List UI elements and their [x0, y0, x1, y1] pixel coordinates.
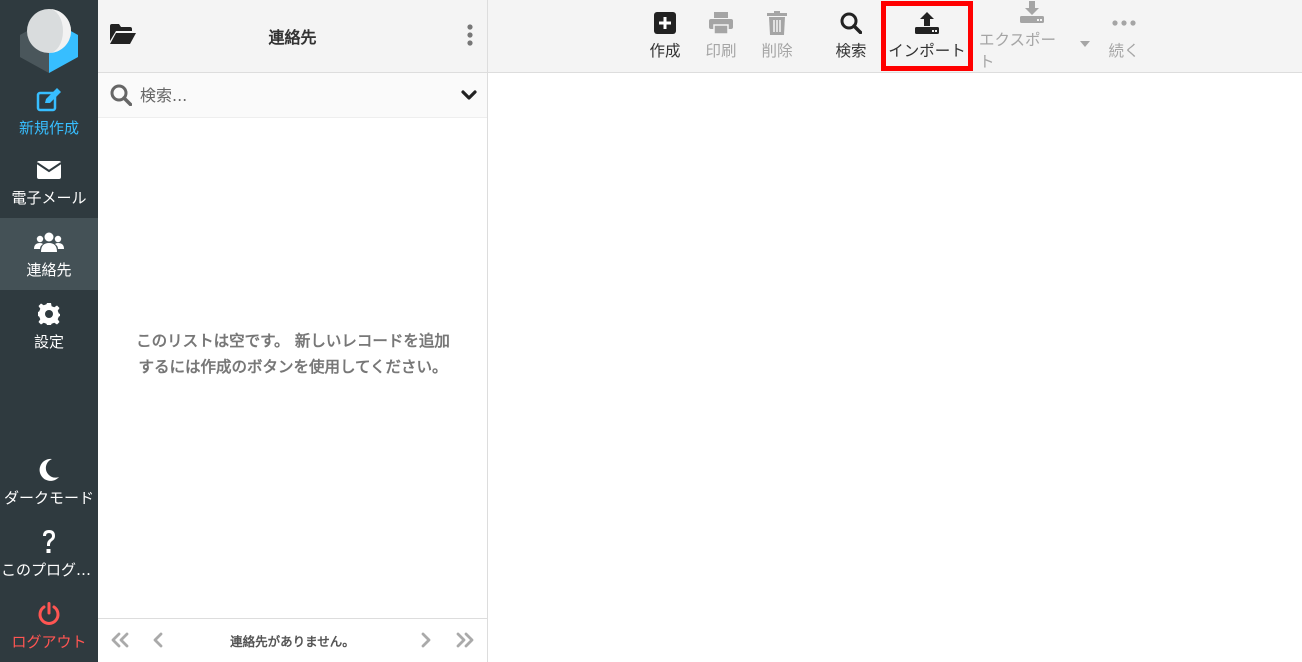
print-button[interactable]: 印刷	[699, 0, 743, 72]
search-icon	[110, 84, 133, 110]
logo-icon	[20, 9, 78, 73]
moon-icon	[38, 457, 60, 483]
upload-icon	[915, 11, 939, 35]
nav-about-label: このプログラムについて	[1, 560, 97, 579]
folder-open-icon[interactable]	[110, 24, 136, 48]
pagination-bar: 連絡先がありません。	[98, 618, 487, 662]
delete-button[interactable]: 削除	[755, 0, 799, 72]
delete-button-label: 削除	[761, 42, 793, 60]
content-area	[488, 73, 1302, 662]
question-icon	[41, 529, 57, 555]
search-input[interactable]	[140, 81, 440, 109]
search-button[interactable]: 検索	[829, 0, 873, 72]
ellipsis-icon	[1112, 11, 1136, 35]
print-button-label: 印刷	[705, 42, 737, 60]
nav-settings[interactable]: 設定	[0, 290, 98, 362]
first-page-icon[interactable]	[110, 632, 130, 652]
left-navigation: 新規作成 電子メール 連絡先 設定 ダークモード このプログラムについて	[0, 0, 98, 662]
gear-icon	[37, 301, 61, 327]
nav-compose[interactable]: 新規作成	[0, 76, 98, 148]
next-page-icon[interactable]	[420, 632, 432, 652]
search-bar	[98, 73, 487, 118]
nav-mail[interactable]: 電子メール	[0, 146, 98, 218]
create-button[interactable]: 作成	[643, 0, 687, 72]
more-button[interactable]: 続く	[1102, 0, 1146, 72]
printer-icon	[709, 11, 733, 35]
list-header: 連絡先	[98, 0, 487, 73]
search-button-label: 検索	[835, 42, 867, 60]
export-button[interactable]: エクスポート	[979, 0, 1085, 72]
list-title: 連絡先	[268, 28, 317, 47]
nav-logout[interactable]: ログアウト	[0, 590, 98, 662]
previous-page-icon[interactable]	[152, 632, 164, 652]
download-icon	[1020, 0, 1044, 24]
caret-down-icon[interactable]	[1080, 32, 1090, 51]
more-button-label: 続く	[1108, 42, 1140, 60]
create-button-label: 作成	[649, 42, 681, 60]
nav-dark-mode[interactable]: ダークモード	[0, 446, 98, 518]
trash-icon	[767, 11, 787, 35]
import-button[interactable]: インポート	[883, 0, 971, 72]
toolbar: 作成 印刷 削除 検索 インポート エクスポート 続く	[488, 0, 1302, 73]
envelope-icon	[37, 157, 61, 183]
nav-about[interactable]: このプログラムについて	[0, 518, 98, 590]
power-icon	[37, 601, 61, 627]
contacts-list-panel: 連絡先 このリストは空です。 新しいレコードを追加するには作成のボタンを使用して…	[98, 0, 488, 662]
plus-square-icon	[654, 11, 676, 35]
users-icon	[34, 229, 64, 255]
nav-mail-label: 電子メール	[11, 188, 87, 207]
last-page-icon[interactable]	[455, 632, 475, 652]
nav-settings-label: 設定	[33, 332, 64, 351]
nav-compose-label: 新規作成	[18, 118, 79, 137]
app-logo[interactable]	[0, 0, 98, 76]
nav-logout-label: ログアウト	[11, 632, 87, 651]
kebab-menu-icon[interactable]	[467, 24, 473, 50]
export-button-label: エクスポート	[979, 31, 1057, 71]
nav-contacts-label: 連絡先	[26, 260, 72, 279]
search-icon	[840, 11, 862, 35]
nav-contacts[interactable]: 連絡先	[0, 218, 98, 290]
compose-icon	[36, 87, 62, 113]
empty-list-message: このリストは空です。 新しいレコードを追加するには作成のボタンを使用してください…	[136, 332, 450, 376]
import-button-label: インポート	[888, 42, 966, 60]
chevron-down-icon[interactable]	[461, 87, 477, 106]
nav-dark-mode-label: ダークモード	[3, 488, 94, 507]
